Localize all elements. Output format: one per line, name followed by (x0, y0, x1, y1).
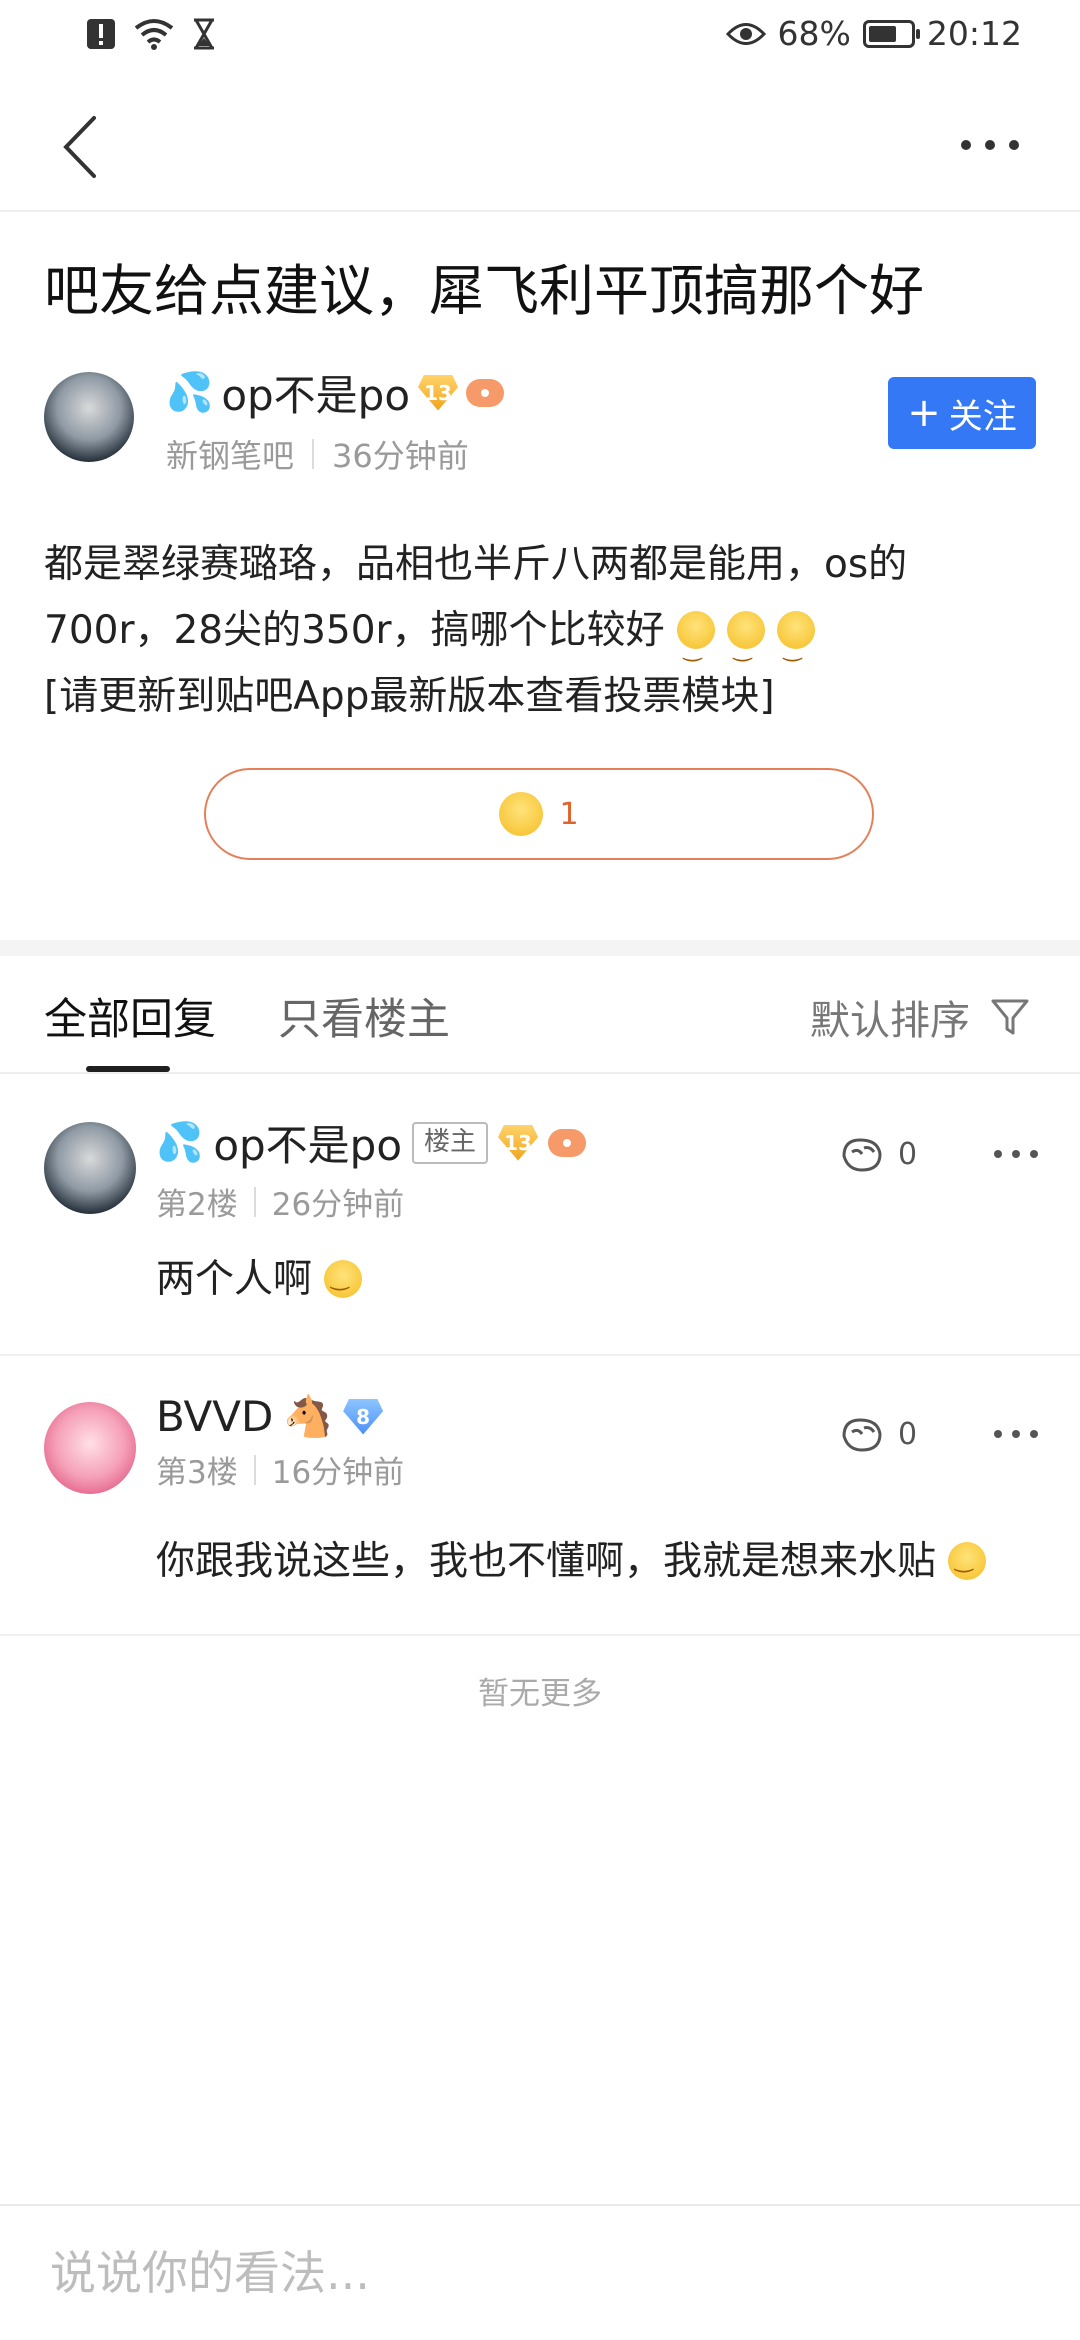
reply-text: 两个人啊 (156, 1257, 313, 1302)
reply-author-name[interactable]: BVVD (156, 1392, 273, 1441)
like-count: 0 (898, 1416, 918, 1452)
level-badge: 8 (343, 1398, 384, 1435)
plus-icon: + (907, 390, 941, 436)
filter-icon (991, 999, 1029, 1035)
body-line: 都是翠绿赛璐珞，品相也半斤八两都是能用，os的 (44, 542, 908, 587)
no-more-label: 暂无更多 (478, 1676, 602, 1712)
more-dot-icon (1009, 140, 1019, 150)
author-info: 💦 op不是po 13 新钢笔吧 36分钟前 (166, 362, 505, 477)
reply-avatar[interactable] (44, 1122, 136, 1214)
owner-tag: 楼主 (412, 1121, 489, 1164)
reply-avatar[interactable] (44, 1402, 136, 1494)
battery-percent: 68% (777, 14, 851, 53)
follow-button[interactable]: + 关注 (888, 377, 1036, 449)
status-right: 68% 20:12 (725, 14, 1022, 53)
reaction-count: 1 (559, 796, 579, 832)
hourglass-icon (194, 18, 214, 50)
like-button[interactable]: 0 (840, 1134, 917, 1174)
author-avatar[interactable] (44, 372, 134, 462)
more-dot-icon (994, 1430, 1002, 1438)
body-line-with-emoji: 700r，28尖的350r，搞哪个比较好 (44, 598, 1044, 683)
like-button[interactable]: 0 (840, 1414, 917, 1454)
body-line: 700r，28尖的350r，搞哪个比较好 (44, 608, 665, 653)
level-badge: 13 (498, 1124, 539, 1161)
reply-name-row: BVVD 🐴 8 (156, 1392, 404, 1441)
forum-name[interactable]: 新钢笔吧 (166, 431, 294, 477)
sort-button[interactable]: 默认排序 (810, 988, 1030, 1046)
eye-icon (725, 22, 766, 45)
reply-more-button[interactable] (994, 1150, 1038, 1158)
more-dot-icon (1030, 1430, 1038, 1438)
like-icon (842, 1418, 882, 1452)
smile-emoji-icon (676, 611, 715, 683)
reply-more-button[interactable] (994, 1430, 1038, 1438)
wifi-icon (134, 19, 174, 50)
body-line[interactable]: [请更新到贴吧App最新版本查看投票模块] (44, 664, 1044, 730)
sweat-drop-icon: 💦 (156, 1120, 204, 1164)
alert-icon (87, 19, 115, 49)
more-dot-icon (994, 1150, 1002, 1158)
smile-emoji-icon (948, 1542, 987, 1580)
thinking-emoji-icon (499, 792, 544, 836)
reply-divider (0, 1354, 1080, 1356)
meta-separator (312, 439, 315, 469)
reply-text: 你跟我说这些，我也不懂啊，我就是想来水贴 (156, 1539, 937, 1584)
more-options-button[interactable] (950, 120, 1030, 170)
reply-time: 26分钟前 (271, 1187, 405, 1223)
gamepad-icon (548, 1128, 587, 1157)
author-name-row: 💦 op不是po 13 (166, 362, 505, 423)
chevron-left-icon (63, 116, 96, 178)
nav-divider (0, 210, 1080, 212)
author-meta: 新钢笔吧 36分钟前 (166, 431, 504, 477)
comment-input[interactable] (0, 2206, 1080, 2340)
reply-divider (0, 1634, 1080, 1636)
status-bar: 68% 20:12 (0, 0, 1080, 82)
smile-emoji-icon (726, 611, 765, 683)
more-dot-icon (1012, 1150, 1020, 1158)
reply-author-name[interactable]: op不是po (213, 1112, 402, 1173)
post-body: 都是翠绿赛璐珞，品相也半斤八两都是能用，os的 700r，28尖的350r，搞哪… (44, 532, 1044, 730)
meta-separator (253, 1186, 256, 1217)
more-dot-icon (961, 140, 971, 150)
back-button[interactable] (60, 112, 120, 192)
more-dot-icon (1030, 1150, 1038, 1158)
reaction-button[interactable]: 1 (204, 768, 874, 860)
like-count: 0 (898, 1136, 918, 1172)
post-title: 吧友给点建议，犀飞利平顶搞那个好 (44, 259, 925, 323)
clock: 20:12 (926, 14, 1022, 53)
tab-all-replies[interactable]: 全部回复 (44, 985, 216, 1047)
reply-name-row: 💦 op不是po 楼主 13 (156, 1112, 587, 1173)
sweat-drop-icon: 💦 (166, 370, 214, 414)
author-name[interactable]: op不是po (221, 362, 410, 423)
smile-emoji-icon (776, 611, 815, 683)
section-divider (0, 940, 1080, 956)
floor-meta: 第3楼 16分钟前 (156, 1447, 404, 1492)
battery-icon (862, 19, 920, 48)
level-badge: 13 (418, 374, 459, 411)
reply-time: 16分钟前 (271, 1455, 405, 1491)
meta-separator (253, 1454, 256, 1485)
battery-fill (868, 25, 896, 42)
more-dot-icon (985, 140, 995, 150)
horse-icon: 🐴 (283, 1394, 334, 1440)
like-icon (842, 1138, 882, 1172)
reply-header: 💦 op不是po 楼主 13 第2楼 26分钟前 (156, 1112, 587, 1224)
sort-label: 默认排序 (810, 998, 970, 1044)
floor-number: 第3楼 (156, 1455, 238, 1491)
status-left-icons (86, 18, 216, 50)
tab-op-only[interactable]: 只看楼主 (278, 985, 450, 1047)
post-time: 36分钟前 (332, 437, 469, 475)
reply-header: BVVD 🐴 8 第3楼 16分钟前 (156, 1392, 404, 1492)
smile-emoji-icon (324, 1260, 363, 1298)
gamepad-icon (466, 378, 505, 407)
floor-number: 第2楼 (156, 1187, 238, 1223)
floor-meta: 第2楼 26分钟前 (156, 1179, 586, 1224)
follow-label: 关注 (948, 396, 1017, 437)
reply-content: 你跟我说这些，我也不懂啊，我就是想来水贴 (156, 1530, 987, 1586)
more-dot-icon (1012, 1430, 1020, 1438)
reply-content: 两个人啊 (156, 1248, 363, 1304)
tabs-divider (0, 1072, 1080, 1074)
